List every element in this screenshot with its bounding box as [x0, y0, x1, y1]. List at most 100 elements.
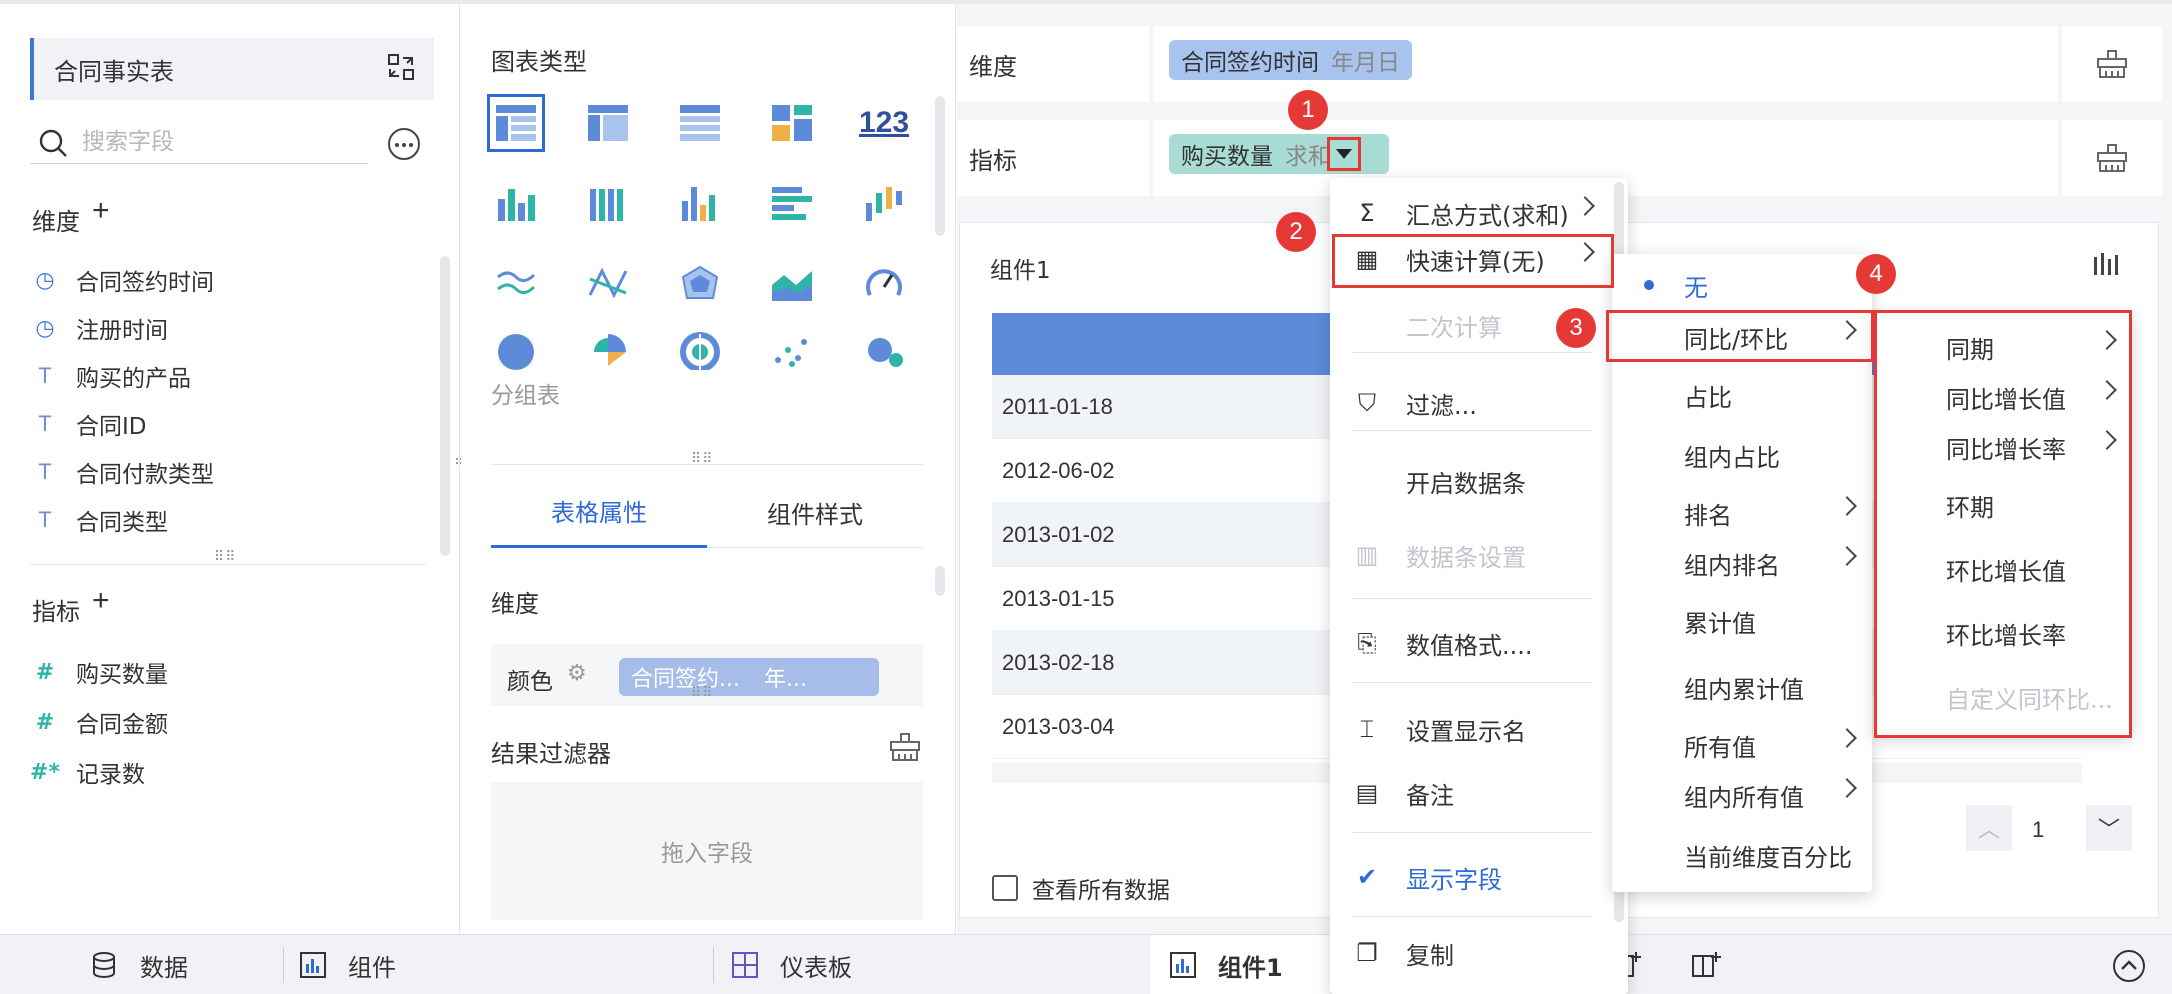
field-search[interactable] [30, 122, 368, 164]
chart-type-column[interactable] [671, 174, 729, 232]
rename-icon: ⌶ [1359, 715, 1375, 743]
menu-item[interactable]: 开启数据条 [1330, 456, 1610, 506]
view-all-data-checkbox[interactable]: 查看所有数据 [992, 871, 1170, 905]
chart-type-sunburst[interactable] [671, 330, 729, 370]
chart-type-rose[interactable] [579, 330, 637, 370]
menu-item[interactable]: ⎘ 数值格式.... [1330, 618, 1610, 668]
chart-type-horizontal-bar[interactable] [763, 174, 821, 232]
menu-item-label: 备注 [1406, 781, 1454, 810]
dimension-field[interactable]: T 合同付款类型 [30, 452, 214, 492]
chart-type-scrollbar[interactable] [935, 96, 945, 236]
clock-icon: ◷ [35, 267, 55, 293]
menu-item: ▥ 数据条设置 [1330, 530, 1610, 580]
resize-grip-icon[interactable]: ⠿⠿ [691, 684, 714, 701]
checkbox-box[interactable] [992, 875, 1018, 901]
menu-item[interactable]: ▤ 备注 [1330, 768, 1610, 818]
chart-type-scatter[interactable] [763, 330, 821, 370]
stacked-bar-icon [590, 189, 623, 221]
submenu-item[interactable]: 组内累计值 [1612, 662, 1872, 712]
tab-widget1[interactable]: 组件1 [1150, 935, 1330, 994]
page-next-button[interactable]: ﹀ [2086, 805, 2132, 851]
measure-field[interactable]: # 购买数量 [30, 652, 168, 692]
menu-item[interactable]: ⌶ 设置显示名 [1330, 704, 1610, 754]
submenu-item[interactable]: 占比 [1612, 370, 1872, 420]
chart-style-icon[interactable] [2094, 253, 2122, 275]
submenu-item[interactable]: 当前维度百分比 [1612, 830, 1872, 880]
text-type-icon: T [38, 411, 52, 436]
submenu-item[interactable]: 组内所有值 [1612, 770, 1872, 820]
add-measure-icon[interactable]: + [92, 584, 110, 618]
color-field-chip[interactable]: 合同签约... 年... [619, 658, 879, 696]
result-filter-dropzone[interactable]: 拖入字段 [491, 782, 923, 920]
tab-table-properties[interactable]: 表格属性 [491, 476, 707, 548]
menu-item[interactable]: ❐ 复制 [1330, 928, 1610, 978]
submenu-item[interactable]: 所有值 [1612, 720, 1872, 770]
chart-type-group-table[interactable] [487, 94, 545, 152]
switch-dataset-icon[interactable] [386, 52, 416, 82]
tab-dashboard[interactable]: 仪表板 [732, 935, 852, 994]
clock-icon: ◷ [35, 315, 55, 341]
measure-field[interactable]: #* 记录数 [30, 752, 145, 792]
dimension-field[interactable]: T 合同类型 [30, 500, 168, 540]
sunburst-chart-icon [680, 332, 720, 370]
submenu-item[interactable]: 无 [1612, 260, 1872, 310]
field-label: 合同签约时间 [76, 270, 214, 296]
menu-item[interactable]: ⛉ 过滤... [1330, 378, 1610, 428]
chart-type-pie[interactable] [487, 330, 545, 370]
dimension-shelf[interactable]: 合同签约时间 年月日 [1153, 26, 2058, 102]
chart-type-bubble[interactable] [855, 330, 913, 370]
dimension-field[interactable]: T 合同ID [30, 404, 146, 444]
chart-type-area[interactable] [763, 254, 821, 312]
menu-item[interactable]: ✔ 显示字段 [1330, 852, 1610, 902]
menu-separator [1352, 598, 1592, 599]
menu-separator [1352, 832, 1592, 833]
chart-type-range-bar[interactable] [855, 174, 913, 232]
tab-widget-style[interactable]: 组件样式 [707, 476, 923, 548]
dimension-field[interactable]: ◷ 合同签约时间 [30, 260, 214, 300]
add-dashboard-icon[interactable] [1692, 951, 1722, 981]
measure-shelf-label: 指标 [957, 120, 1149, 196]
chart-type-gauge[interactable] [855, 254, 913, 312]
search-input[interactable] [82, 126, 352, 158]
dataset-selector[interactable]: 合同事实表 [30, 38, 434, 100]
tab-widgets[interactable]: 组件 [300, 935, 396, 994]
chart-type-radar[interactable] [671, 254, 729, 312]
dimension-shelf-clear[interactable] [2062, 26, 2162, 102]
bubble-chart-icon [868, 338, 903, 367]
submenu-item[interactable]: 组内占比 [1612, 430, 1872, 480]
menu-item[interactable]: Σ 汇总方式(求和) [1330, 188, 1610, 238]
bottom-tab-bar: 数据 组件 仪表板 组件1 [0, 934, 2172, 994]
more-options-icon[interactable] [388, 128, 420, 160]
resize-grip-icon[interactable]: ⠿⠿ [214, 548, 237, 565]
measure-shelf-clear[interactable] [2062, 120, 2162, 196]
menu-item-label: 显示字段 [1406, 865, 1502, 894]
copy-icon: ❐ [1356, 939, 1378, 967]
chart-type-cross-table[interactable] [579, 94, 637, 152]
submenu-item[interactable]: 组内排名 [1612, 538, 1872, 588]
measure-field[interactable]: # 合同金额 [30, 702, 168, 742]
dimension-pill[interactable]: 合同签约时间 年月日 [1169, 40, 1412, 80]
chart-type-line[interactable] [487, 254, 545, 312]
chart-type-bar[interactable] [487, 174, 545, 232]
collapse-up-icon[interactable] [2112, 949, 2146, 983]
gear-icon[interactable]: ⚙ [567, 660, 587, 686]
chart-type-number[interactable]: 123 [855, 94, 913, 152]
tab-data[interactable]: 数据 [90, 935, 188, 994]
page-prev-button[interactable]: ︿ [1966, 805, 2012, 851]
chart-type-stacked-bar[interactable] [579, 174, 637, 232]
dimension-field[interactable]: ◷ 注册时间 [30, 308, 168, 348]
submenu-item[interactable]: 排名 [1612, 488, 1872, 538]
clear-filter-icon[interactable] [889, 732, 921, 762]
add-dimension-icon[interactable]: + [92, 194, 110, 228]
submenu-item-label: 组内排名 [1684, 551, 1780, 580]
chart-type-detail-table[interactable] [671, 94, 729, 152]
dimension-field[interactable]: T 购买的产品 [30, 356, 191, 396]
config-scrollbar[interactable] [935, 566, 945, 596]
chart-type-kpi[interactable] [763, 94, 821, 152]
measure-dropdown-button[interactable] [1327, 137, 1361, 171]
field-list-scrollbar[interactable] [440, 256, 450, 556]
chart-type-polyline[interactable] [579, 254, 637, 312]
submenu-item[interactable]: 累计值 [1612, 596, 1872, 646]
tab-dashboard-label: 仪表板 [780, 953, 852, 982]
field-label: 记录数 [76, 762, 145, 788]
